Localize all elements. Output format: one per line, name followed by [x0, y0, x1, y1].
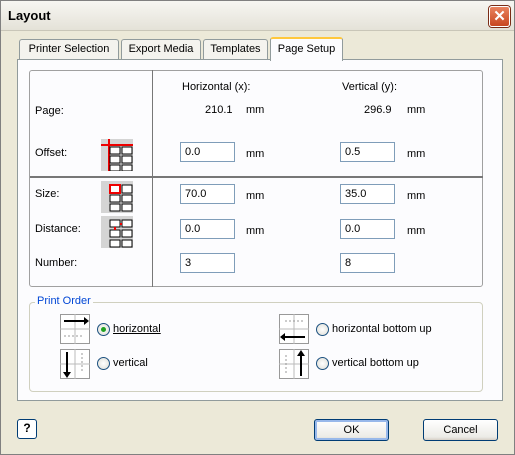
distance-horizontal-input[interactable]	[180, 219, 235, 239]
number-horizontal-input[interactable]	[180, 253, 235, 273]
distance-diagram-icon	[101, 216, 133, 248]
page-setup-grid	[29, 70, 483, 287]
page-vertical-value: 296.9	[364, 104, 392, 116]
print-order-title: Print Order	[35, 295, 93, 307]
distance-vertical-input[interactable]	[340, 219, 395, 239]
unit-label: mm	[407, 104, 426, 116]
ok-button[interactable]: OK	[314, 419, 389, 441]
page-label: Page:	[35, 105, 64, 117]
title-bar: Layout ✕	[1, 1, 514, 31]
size-vertical-input[interactable]	[340, 184, 395, 204]
cancel-button[interactable]: Cancel	[423, 419, 498, 441]
unit-label: mm	[246, 104, 265, 116]
radio-horizontal[interactable]	[97, 323, 110, 336]
tab-templates[interactable]: Templates	[203, 39, 268, 60]
radio-horizontal-bottom-up-label[interactable]: horizontal bottom up	[332, 323, 432, 335]
radio-horizontal-label[interactable]: horizontal	[113, 323, 161, 335]
size-label: Size:	[35, 188, 60, 200]
offset-horizontal-input[interactable]	[180, 142, 235, 162]
offset-label: Offset:	[35, 147, 68, 159]
vertical-column-header: Vertical (y):	[342, 81, 398, 93]
radio-vertical-bottom-up[interactable]	[316, 357, 329, 370]
offset-diagram-icon	[101, 139, 133, 172]
tab-export-media[interactable]: Export Media	[121, 39, 201, 60]
number-vertical-input[interactable]	[340, 253, 395, 273]
radio-vertical-bottom-up-label[interactable]: vertical bottom up	[332, 357, 419, 369]
close-button[interactable]: ✕	[489, 6, 510, 27]
vertical-bottom-up-icon	[279, 349, 309, 379]
grid-divider-vertical	[152, 70, 153, 287]
tab-page-setup[interactable]: Page Setup	[270, 37, 343, 61]
close-icon: ✕	[493, 8, 506, 25]
horizontal-column-header: Horizontal (x):	[182, 81, 251, 93]
size-horizontal-input[interactable]	[180, 184, 235, 204]
horizontal-bottom-up-icon	[279, 314, 309, 344]
number-label: Number:	[35, 257, 78, 269]
offset-vertical-input[interactable]	[340, 142, 395, 162]
distance-label: Distance:	[35, 223, 81, 235]
help-button[interactable]: ?	[17, 419, 37, 439]
unit-label: mm	[407, 190, 426, 202]
window-title: Layout	[8, 8, 51, 23]
horizontal-order-icon	[60, 314, 90, 344]
vertical-order-icon	[60, 349, 90, 379]
radio-vertical-label[interactable]: vertical	[113, 357, 148, 369]
unit-label: mm	[246, 148, 265, 160]
size-diagram-icon	[101, 181, 133, 213]
unit-label: mm	[246, 190, 265, 202]
radio-vertical[interactable]	[97, 357, 110, 370]
help-icon: ?	[23, 421, 31, 435]
tab-printer-selection[interactable]: Printer Selection	[19, 39, 119, 60]
grid-divider-horizontal	[30, 176, 483, 178]
unit-label: mm	[407, 225, 426, 237]
layout-dialog: Layout ✕ Printer Selection Export Media …	[0, 0, 515, 455]
radio-horizontal-bottom-up[interactable]	[316, 323, 329, 336]
unit-label: mm	[407, 148, 426, 160]
unit-label: mm	[246, 225, 265, 237]
page-horizontal-value: 210.1	[205, 104, 233, 116]
print-order-group	[29, 302, 483, 392]
